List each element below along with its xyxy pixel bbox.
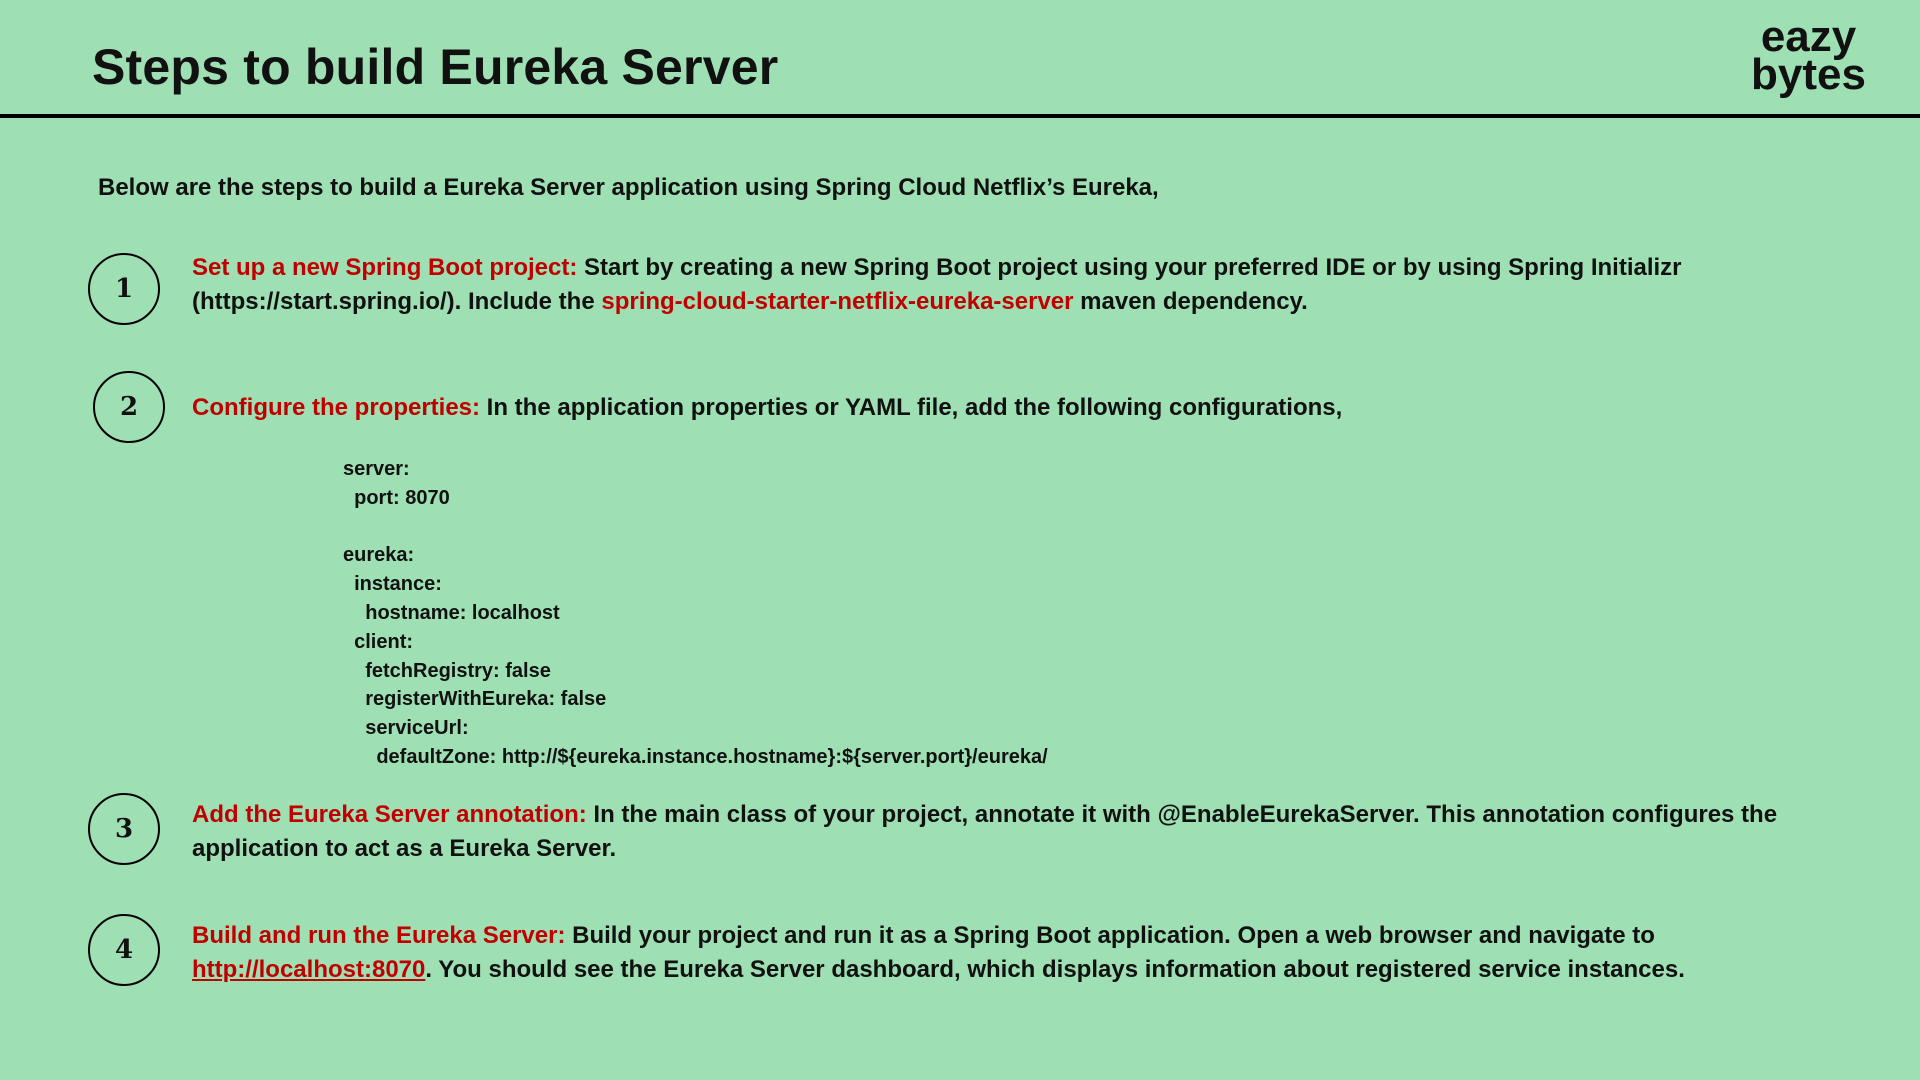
logo-line-2: bytes xyxy=(1751,50,1866,99)
slide: Steps to build Eureka Server eazy bytes … xyxy=(0,0,1920,1080)
step-1-body-b: maven dependency. xyxy=(1073,288,1308,315)
step-1-number: 1 xyxy=(88,253,160,325)
header-divider xyxy=(0,114,1920,118)
step-2-number: 2 xyxy=(93,371,165,443)
step-4-body-a: Build your project and run it as a Sprin… xyxy=(565,922,1655,949)
yaml-config-code: server: port: 8070 eureka: instance: hos… xyxy=(343,458,1048,768)
step-1-heading: Set up a new Spring Boot project: xyxy=(192,254,578,281)
step-2-text: Configure the properties: In the applica… xyxy=(192,391,1832,425)
step-4-text: Build and run the Eureka Server: Build y… xyxy=(192,919,1832,987)
step-3-number: 3 xyxy=(88,793,160,865)
step-3-heading: Add the Eureka Server annotation: xyxy=(192,801,587,828)
step-4-number: 4 xyxy=(88,914,160,986)
step-4-body-b: . You should see the Eureka Server dashb… xyxy=(425,956,1685,983)
step-2-body: In the application properties or YAML fi… xyxy=(480,394,1343,421)
step-2-heading: Configure the properties: xyxy=(192,394,481,421)
step-1-text: Set up a new Spring Boot project: Start … xyxy=(192,251,1832,319)
page-title: Steps to build Eureka Server xyxy=(92,39,779,95)
step-3-text: Add the Eureka Server annotation: In the… xyxy=(192,798,1832,866)
intro-text: Below are the steps to build a Eureka Se… xyxy=(98,174,1159,201)
step-4-heading: Build and run the Eureka Server: xyxy=(192,922,566,949)
localhost-link[interactable]: http://localhost:8070 xyxy=(192,956,425,983)
eazybytes-logo: eazy bytes xyxy=(1751,15,1866,99)
step-1-dependency: spring-cloud-starter-netflix-eureka-serv… xyxy=(601,288,1074,315)
